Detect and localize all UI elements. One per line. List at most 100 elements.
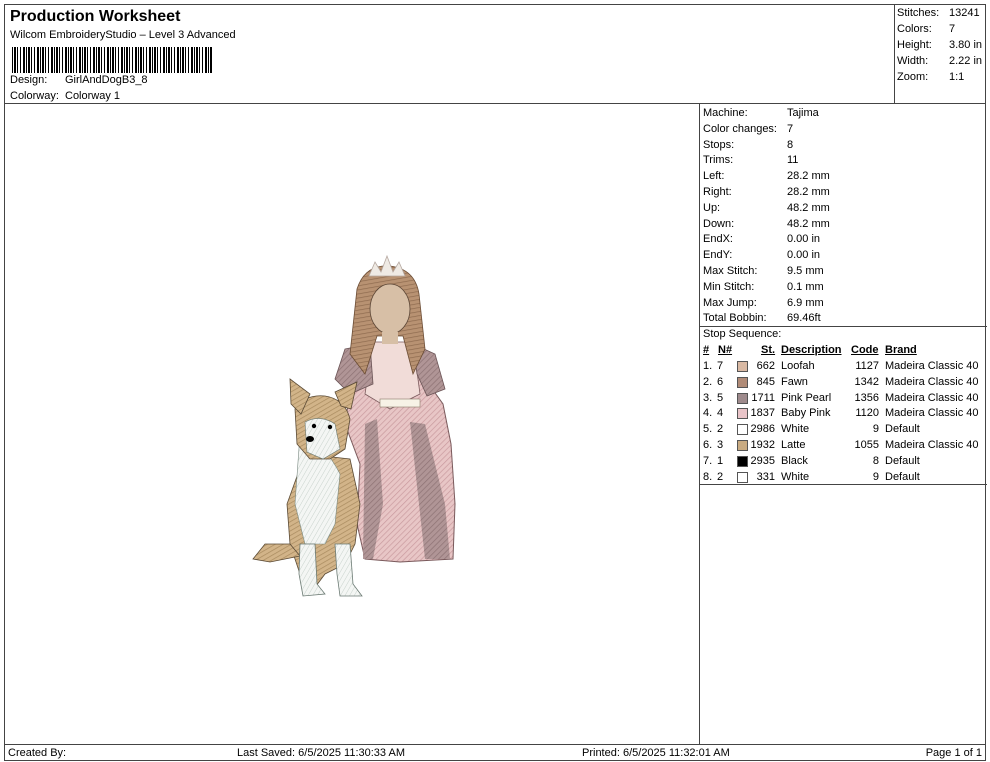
machine-info-value: 6.9 mm xyxy=(787,296,824,309)
cell-num: 3. xyxy=(703,391,713,404)
colorway-name: Colorway 1 xyxy=(65,90,121,102)
page-number: Page 1 of 1 xyxy=(925,747,982,759)
machine-info-label: EndY: xyxy=(703,249,733,262)
stat-row: Stitches: 13241 xyxy=(897,6,985,21)
cell-description: White xyxy=(781,423,810,436)
stat-value: 13241 xyxy=(949,7,980,19)
cell-stitches: 2935 xyxy=(750,454,775,467)
machine-info-label: Color changes: xyxy=(703,122,777,135)
cell-stitches: 1932 xyxy=(750,439,775,451)
cell-num: 6. xyxy=(703,439,713,451)
machine-info-value: 48.2 mm xyxy=(787,217,830,230)
col-header-brand: Brand xyxy=(885,344,917,356)
cell-brand: Madeira Classic 40 xyxy=(885,391,979,404)
cell-stitches: 1711 xyxy=(751,391,775,404)
software-subtitle: Wilcom EmbroideryStudio – Level 3 Advanc… xyxy=(10,29,236,41)
stat-value: 1:1 xyxy=(949,71,965,83)
cell-stitches: 845 xyxy=(756,375,775,388)
embroidery-design-image xyxy=(252,254,456,597)
thread-color-swatch xyxy=(737,376,748,388)
table-row: 4. 4 1837 Baby Pink 1120 Madeira Classic 40 xyxy=(703,405,985,421)
thread-color-swatch xyxy=(737,471,748,483)
machine-info-label: Machine: xyxy=(703,107,748,119)
machine-info-row: Max Stitch: 9.5 mm xyxy=(703,263,983,279)
cell-needle: 2 xyxy=(717,470,724,483)
machine-info-value: 7 xyxy=(787,122,794,135)
stat-label: Colors: xyxy=(897,23,932,35)
table-row: 2. 6 845 Fawn 1342 Madeira Classic 40 xyxy=(703,374,985,390)
cell-num: 2. xyxy=(703,375,713,388)
stat-row: Height: 3.80 in xyxy=(897,38,985,53)
cell-needle: 5 xyxy=(717,391,724,404)
machine-info-value: 9.5 mm xyxy=(787,265,824,277)
page-title: Production Worksheet xyxy=(10,8,181,25)
cell-stitches: 331 xyxy=(756,470,775,483)
stat-label: Width: xyxy=(897,55,929,67)
table-row: 6. 3 1932 Latte 1055 Madeira Classic 40 xyxy=(703,437,985,453)
stat-row: Colors: 7 xyxy=(897,22,985,37)
table-row: 7. 1 2935 Black 8 Default xyxy=(703,453,985,469)
machine-info-row: Stops: 8 xyxy=(703,137,983,153)
machine-info-value: 48.2 mm xyxy=(787,201,830,214)
machine-info-row: Left: 28.2 mm xyxy=(703,168,983,184)
cell-brand: Default xyxy=(885,454,920,467)
cell-description: Latte xyxy=(781,439,806,451)
machine-info-label: Down: xyxy=(703,217,735,230)
col-header-stitches: St. xyxy=(761,344,776,356)
cell-code: 1120 xyxy=(855,407,879,420)
last-saved: Last Saved: 6/5/2025 11:30:33 AM xyxy=(237,747,405,759)
cell-stitches: 1837 xyxy=(750,407,775,420)
machine-info-value: 0.1 mm xyxy=(787,280,824,293)
machine-info-value: 69.46ft xyxy=(787,312,821,325)
machine-info-label: Up: xyxy=(703,201,721,214)
cell-stitches: 662 xyxy=(756,360,775,372)
table-row: 8. 2 331 White 9 Default xyxy=(703,469,985,485)
machine-info-label: Total Bobbin: xyxy=(703,312,767,325)
table-row: 3. 5 1711 Pink Pearl 1356 Madeira Classic 40 xyxy=(703,390,985,406)
machine-info-row: Color changes: 7 xyxy=(703,121,983,137)
cell-brand: Madeira Classic 40 xyxy=(885,407,979,420)
cell-num: 4. xyxy=(703,407,713,420)
stat-value: 2.22 in xyxy=(949,55,983,67)
cell-brand: Default xyxy=(885,470,920,483)
machine-info-label: Max Stitch: xyxy=(703,265,758,277)
table-bottom-divider xyxy=(700,484,987,485)
machine-info-label: Left: xyxy=(703,170,725,183)
stat-row: Zoom: 1:1 xyxy=(897,70,985,85)
machine-info-row: Down: 48.2 mm xyxy=(703,216,983,232)
machine-info-label: EndX: xyxy=(703,233,733,246)
cell-stitches: 2986 xyxy=(750,423,775,436)
stat-label: Height: xyxy=(897,39,932,51)
machine-info-row: Right: 28.2 mm xyxy=(703,184,983,200)
worksheet-header: Production Worksheet Wilcom EmbroiderySt… xyxy=(4,4,895,104)
stat-row: Width: 2.22 in xyxy=(897,54,985,69)
cell-code: 1356 xyxy=(854,391,879,404)
machine-info-label: Stops: xyxy=(703,138,735,151)
cell-needle: 4 xyxy=(717,407,724,420)
printed-date: Printed: 6/5/2025 11:32:01 AM xyxy=(582,747,730,759)
created-by: Created By: xyxy=(8,747,67,759)
machine-info-value: 11 xyxy=(787,154,799,167)
cell-description: Pink Pearl xyxy=(781,391,832,404)
cell-description: Loofah xyxy=(781,360,815,372)
design-preview xyxy=(4,103,700,745)
machine-info-row: Min Stitch: 0.1 mm xyxy=(703,279,983,295)
worksheet-footer: Created By: Last Saved: 6/5/2025 11:30:3… xyxy=(4,744,986,761)
thread-color-swatch xyxy=(737,455,748,467)
stat-label: Stitches: xyxy=(897,7,940,19)
design-label: Design: xyxy=(10,74,48,86)
machine-info-row: Trims: 11 xyxy=(703,152,983,168)
cell-num: 5. xyxy=(703,423,713,436)
cell-description: Black xyxy=(781,454,808,467)
machine-info-panel: Machine: Tajima Color changes: 7 Stops: 8 Trim… xyxy=(699,103,987,745)
thread-color-swatch xyxy=(737,392,748,404)
stop-sequence-title: Stop Sequence: xyxy=(703,328,782,340)
cell-brand: Madeira Classic 40 xyxy=(885,439,979,451)
table-row: 5. 2 2986 White 9 Default xyxy=(703,421,985,437)
cell-code: 8 xyxy=(872,454,879,467)
cell-description: Baby Pink xyxy=(781,407,831,420)
machine-info-row: EndY: 0.00 in xyxy=(703,247,983,263)
machine-info-label: Max Jump: xyxy=(703,296,757,309)
cell-num: 7. xyxy=(703,454,713,467)
machine-info-label: Min Stitch: xyxy=(703,280,755,293)
